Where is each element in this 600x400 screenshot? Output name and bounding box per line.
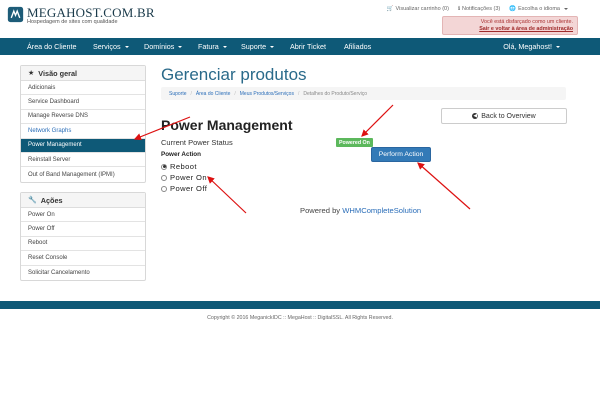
breadcrumb-separator: / — [190, 90, 192, 97]
breadcrumb-separator: / — [234, 90, 236, 97]
overview-panel: ★ Visão geral Adicionais Service Dashboa… — [20, 65, 146, 183]
status-badge: Powered On — [336, 138, 373, 147]
overview-panel-header: ★ Visão geral — [21, 66, 145, 81]
sidebar-item-reinstall-server[interactable]: Reinstall Server — [21, 153, 145, 168]
sidebar-item-ipmi[interactable]: Out of Band Management (IPMI) — [21, 167, 145, 181]
sidebar-item-power-management[interactable]: Power Management — [21, 138, 145, 153]
back-to-overview-button[interactable]: ◀ Back to Overview — [441, 108, 567, 124]
logo-icon — [7, 6, 24, 23]
sidebar-item-reverse-dns[interactable]: Manage Reverse DNS — [21, 110, 145, 125]
sidebar-item-service-dashboard[interactable]: Service Dashboard — [21, 95, 145, 110]
cart-link[interactable]: 🛒 Visualizar carrinho (0) — [387, 6, 449, 12]
breadcrumb-client-area[interactable]: Área do Cliente — [196, 91, 230, 97]
breadcrumb-separator: / — [297, 90, 300, 97]
chevron-down-icon — [564, 8, 568, 10]
nav-open-ticket[interactable]: Abrir Ticket — [290, 42, 326, 51]
perform-action-button[interactable]: Perform Action — [371, 147, 431, 162]
site-header: MEGAHOST.COM.BR Hospedagem de sites com … — [0, 0, 600, 38]
chevron-down-icon — [124, 45, 129, 48]
action-reset-console[interactable]: Reset Console — [21, 251, 145, 266]
notifications-link[interactable]: ℹ Notificações (3) — [458, 6, 500, 12]
radio-input-power-on[interactable] — [161, 174, 167, 181]
chevron-down-icon — [270, 45, 275, 48]
wrench-icon: 🔧 — [28, 197, 37, 204]
globe-icon: 🌐 — [509, 6, 517, 12]
main-nav: Área do Cliente Serviços Domínios Fatura… — [0, 38, 600, 55]
action-power-off[interactable]: Power Off — [21, 222, 145, 237]
page-title: Gerenciar produtos — [161, 65, 307, 84]
powered-by: Powered by WHMCompleteSolution — [300, 206, 422, 215]
arrow-to-perform-button — [417, 162, 471, 210]
actions-panel: 🔧 Ações Power On Power Off Reboot Reset … — [20, 192, 146, 281]
section-title: Power Management — [161, 117, 293, 133]
footer-bar — [0, 301, 600, 309]
nav-support[interactable]: Suporte — [241, 42, 275, 51]
sidebar-item-addons[interactable]: Adicionais — [21, 81, 145, 96]
action-power-on[interactable]: Power On — [21, 208, 145, 223]
arrow-to-status-badge — [361, 104, 394, 137]
radio-input-reboot[interactable] — [161, 163, 167, 170]
radio-power-on[interactable]: Power On — [161, 173, 207, 182]
info-icon: ℹ — [457, 6, 461, 12]
powered-by-link[interactable]: WHMCompleteSolution — [342, 206, 421, 215]
star-icon: ★ — [28, 70, 35, 77]
current-power-status-label: Current Power Status — [161, 138, 233, 147]
logo-tagline: Hospedagem de sites com qualidade — [27, 19, 118, 25]
nav-affiliates[interactable]: Afiliados — [344, 42, 371, 51]
action-reboot[interactable]: Reboot — [21, 237, 145, 252]
radio-input-power-off[interactable] — [161, 185, 167, 192]
logo[interactable]: MEGAHOST.COM.BR Hospedagem de sites com … — [7, 6, 155, 26]
breadcrumb-support[interactable]: Suporte — [169, 91, 187, 97]
chevron-down-icon — [556, 45, 560, 48]
nav-services[interactable]: Serviços — [93, 42, 129, 51]
return-admin-link[interactable]: Sair e voltar à área de administração — [479, 26, 573, 32]
chevron-down-icon — [222, 45, 227, 48]
breadcrumb-my-products[interactable]: Meus Produtos/Serviços — [240, 91, 294, 97]
action-request-cancellation[interactable]: Solicitar Cancelamento — [21, 266, 145, 280]
power-action-label: Power Action — [161, 151, 202, 158]
disguise-alert: Você está disfarçado como um cliente. Sa… — [442, 16, 578, 35]
logo-name: MEGAHOST.COM.BR — [27, 5, 155, 20]
cart-icon: 🛒 — [386, 6, 394, 12]
disguise-text: Você está disfarçado como um cliente. — [480, 19, 573, 25]
chevron-down-icon — [178, 45, 183, 48]
radio-reboot[interactable]: Reboot — [161, 162, 197, 171]
nav-client-area[interactable]: Área do Cliente — [27, 42, 77, 51]
actions-panel-header: 🔧 Ações — [21, 193, 145, 208]
breadcrumb-current: Detalhes do Produto/Serviço — [303, 90, 368, 97]
user-menu[interactable]: Olá, Megahost! — [503, 38, 560, 55]
language-dropdown[interactable]: 🌐 Escolha o idioma — [509, 6, 568, 12]
sidebar-item-network-graphs[interactable]: Network Graphs — [21, 124, 145, 139]
nav-billing[interactable]: Fatura — [198, 42, 227, 51]
breadcrumb: Suporte / Área do Cliente / Meus Produtos/… — [161, 87, 566, 100]
footer-copyright: Copyright © 2016 MeganickIDC :: MegaHost… — [207, 315, 393, 321]
arrow-to-power-options — [207, 176, 247, 214]
top-links: 🛒 Visualizar carrinho (0) ℹ Notificações (… — [387, 6, 568, 12]
radio-power-off[interactable]: Power Off — [161, 184, 207, 193]
arrow-left-circle-icon: ◀ — [472, 112, 479, 119]
nav-domains[interactable]: Domínios — [144, 42, 183, 51]
